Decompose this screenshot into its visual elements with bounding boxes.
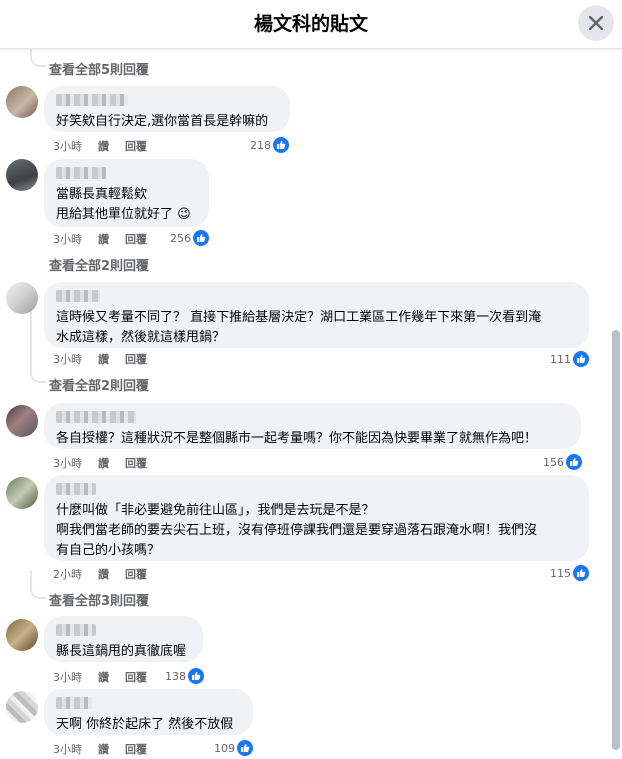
comments-scroll-area[interactable]: 查看全部5則回覆 查看全部2則回覆 查看全部2則回覆 查看全部3則回覆 好笑欸自… bbox=[0, 49, 622, 759]
thumbs-up-icon bbox=[273, 137, 289, 153]
like-link[interactable]: 讚 bbox=[98, 568, 109, 581]
like-link[interactable]: 讚 bbox=[98, 457, 109, 470]
comment-bubble: 縣長這鍋甩的真徹底喔 bbox=[44, 616, 203, 662]
avatar[interactable] bbox=[6, 619, 38, 651]
reaction-count[interactable]: 109 bbox=[214, 740, 253, 756]
view-replies-link[interactable]: 查看全部3則回覆 bbox=[49, 590, 149, 609]
reaction-number: 218 bbox=[250, 138, 271, 152]
comment-time[interactable]: 3小時 bbox=[53, 140, 82, 153]
like-link[interactable]: 讚 bbox=[98, 353, 109, 366]
reaction-count[interactable]: 156 bbox=[543, 454, 582, 470]
reaction-count[interactable]: 111 bbox=[550, 351, 589, 367]
comment-actions: 3小時 讚 回覆 bbox=[53, 351, 163, 367]
comment-bubble: 當縣長真輕鬆欸 甩給其他單位就好了 😉 bbox=[44, 159, 209, 227]
view-replies-link[interactable]: 查看全部5則回覆 bbox=[49, 59, 149, 78]
comment-actions: 3小時 讚 回覆 bbox=[53, 231, 163, 247]
reply-link[interactable]: 回覆 bbox=[125, 353, 147, 366]
scrollbar-thumb[interactable] bbox=[612, 330, 620, 750]
comment-text: 這時候又考量不同了？ 直接下推給基層決定？湖口工業區工作幾年下來第一次看到淹 水… bbox=[56, 310, 542, 345]
comment-text: 各自授權？這種狀況不是整個縣市一起考量嗎？你不能因為快要畢業了就無作為吧！ bbox=[56, 431, 538, 446]
like-link[interactable]: 讚 bbox=[98, 743, 109, 756]
comment-text: 當縣長真輕鬆欸 甩給其他單位就好了 😉 bbox=[56, 187, 191, 222]
comment-bubble: 什麼叫做「非必要避免前往山區」，我們是去玩是不是？ 啊我們當老師的要去尖石上班，… bbox=[44, 475, 589, 561]
avatar[interactable] bbox=[6, 477, 38, 509]
comment-text: 好笑欸自行決定,選你當首長是幹嘛的 bbox=[56, 114, 269, 129]
reply-link[interactable]: 回覆 bbox=[125, 671, 147, 684]
commenter-name[interactable] bbox=[56, 94, 128, 106]
thumbs-up-icon bbox=[237, 740, 253, 756]
reply-link[interactable]: 回覆 bbox=[125, 233, 147, 246]
comment-time[interactable]: 3小時 bbox=[53, 671, 82, 684]
thread-line bbox=[30, 302, 32, 375]
reaction-number: 109 bbox=[214, 741, 235, 755]
commenter-name[interactable] bbox=[56, 411, 136, 423]
thumbs-up-icon bbox=[573, 565, 589, 581]
thumbs-up-icon bbox=[193, 230, 209, 246]
comment-actions: 3小時 讚 回覆 bbox=[53, 138, 163, 154]
like-link[interactable]: 讚 bbox=[98, 671, 109, 684]
avatar[interactable] bbox=[6, 405, 38, 437]
commenter-name[interactable] bbox=[56, 167, 106, 179]
close-icon bbox=[589, 16, 603, 30]
comment-actions: 3小時 讚 回覆 bbox=[53, 669, 163, 685]
reply-link[interactable]: 回覆 bbox=[125, 743, 147, 756]
reply-link[interactable]: 回覆 bbox=[125, 568, 147, 581]
comment-time[interactable]: 3小時 bbox=[53, 353, 82, 366]
thumbs-up-icon bbox=[573, 351, 589, 367]
avatar[interactable] bbox=[6, 282, 38, 314]
comment-text: 縣長這鍋甩的真徹底喔 bbox=[56, 644, 187, 659]
comment-bubble: 各自授權？這種狀況不是整個縣市一起考量嗎？你不能因為快要畢業了就無作為吧！ bbox=[44, 403, 581, 449]
thread-connector bbox=[30, 585, 46, 599]
thumbs-up-icon bbox=[566, 454, 582, 470]
commenter-name[interactable] bbox=[56, 290, 100, 302]
comment-bubble: 好笑欸自行決定,選你當首長是幹嘛的 bbox=[44, 86, 290, 132]
reaction-count[interactable]: 138 bbox=[165, 668, 204, 684]
reply-link[interactable]: 回覆 bbox=[125, 140, 147, 153]
comment-actions: 3小時 讚 回覆 bbox=[53, 455, 163, 471]
commenter-name[interactable] bbox=[56, 483, 96, 495]
comment-text: 什麼叫做「非必要避免前往山區」，我們是去玩是不是？ 啊我們當老師的要去尖石上班，… bbox=[56, 503, 538, 558]
comment-text: 天啊 你終於起床了 然後不放假 bbox=[56, 717, 234, 732]
reaction-count[interactable]: 256 bbox=[170, 230, 209, 246]
comment-bubble: 天啊 你終於起床了 然後不放假 bbox=[44, 689, 253, 735]
reaction-number: 156 bbox=[543, 455, 564, 469]
commenter-name[interactable] bbox=[56, 624, 96, 636]
thumbs-up-icon bbox=[188, 668, 204, 684]
dialog-title: 楊文科的貼文 bbox=[253, 13, 368, 35]
avatar[interactable] bbox=[6, 86, 38, 118]
view-replies-link[interactable]: 查看全部2則回覆 bbox=[49, 375, 149, 394]
thread-connector bbox=[30, 53, 46, 67]
reaction-count[interactable]: 218 bbox=[250, 137, 289, 153]
avatar[interactable] bbox=[6, 691, 38, 723]
comment-time[interactable]: 3小時 bbox=[53, 457, 82, 470]
reaction-number: 115 bbox=[550, 566, 571, 580]
comment-bubble: 這時候又考量不同了？ 直接下推給基層決定？湖口工業區工作幾年下來第一次看到淹 水… bbox=[44, 282, 589, 348]
like-link[interactable]: 讚 bbox=[98, 233, 109, 246]
reaction-number: 256 bbox=[170, 231, 191, 245]
comment-time[interactable]: 2小時 bbox=[53, 568, 82, 581]
comment-time[interactable]: 3小時 bbox=[53, 233, 82, 246]
commenter-name[interactable] bbox=[56, 697, 92, 709]
reply-link[interactable]: 回覆 bbox=[125, 457, 147, 470]
comment-time[interactable]: 3小時 bbox=[53, 743, 82, 756]
post-dialog-header: 楊文科的貼文 bbox=[0, 0, 622, 49]
thread-connector bbox=[30, 369, 46, 383]
like-link[interactable]: 讚 bbox=[98, 140, 109, 153]
reaction-number: 138 bbox=[165, 669, 186, 683]
avatar[interactable] bbox=[6, 159, 38, 191]
comment-actions: 2小時 讚 回覆 bbox=[53, 566, 163, 582]
close-button[interactable] bbox=[578, 5, 614, 41]
reaction-count[interactable]: 115 bbox=[550, 565, 589, 581]
view-replies-link[interactable]: 查看全部2則回覆 bbox=[49, 255, 149, 274]
comment-actions: 3小時 讚 回覆 bbox=[53, 741, 163, 757]
reaction-number: 111 bbox=[550, 352, 571, 366]
